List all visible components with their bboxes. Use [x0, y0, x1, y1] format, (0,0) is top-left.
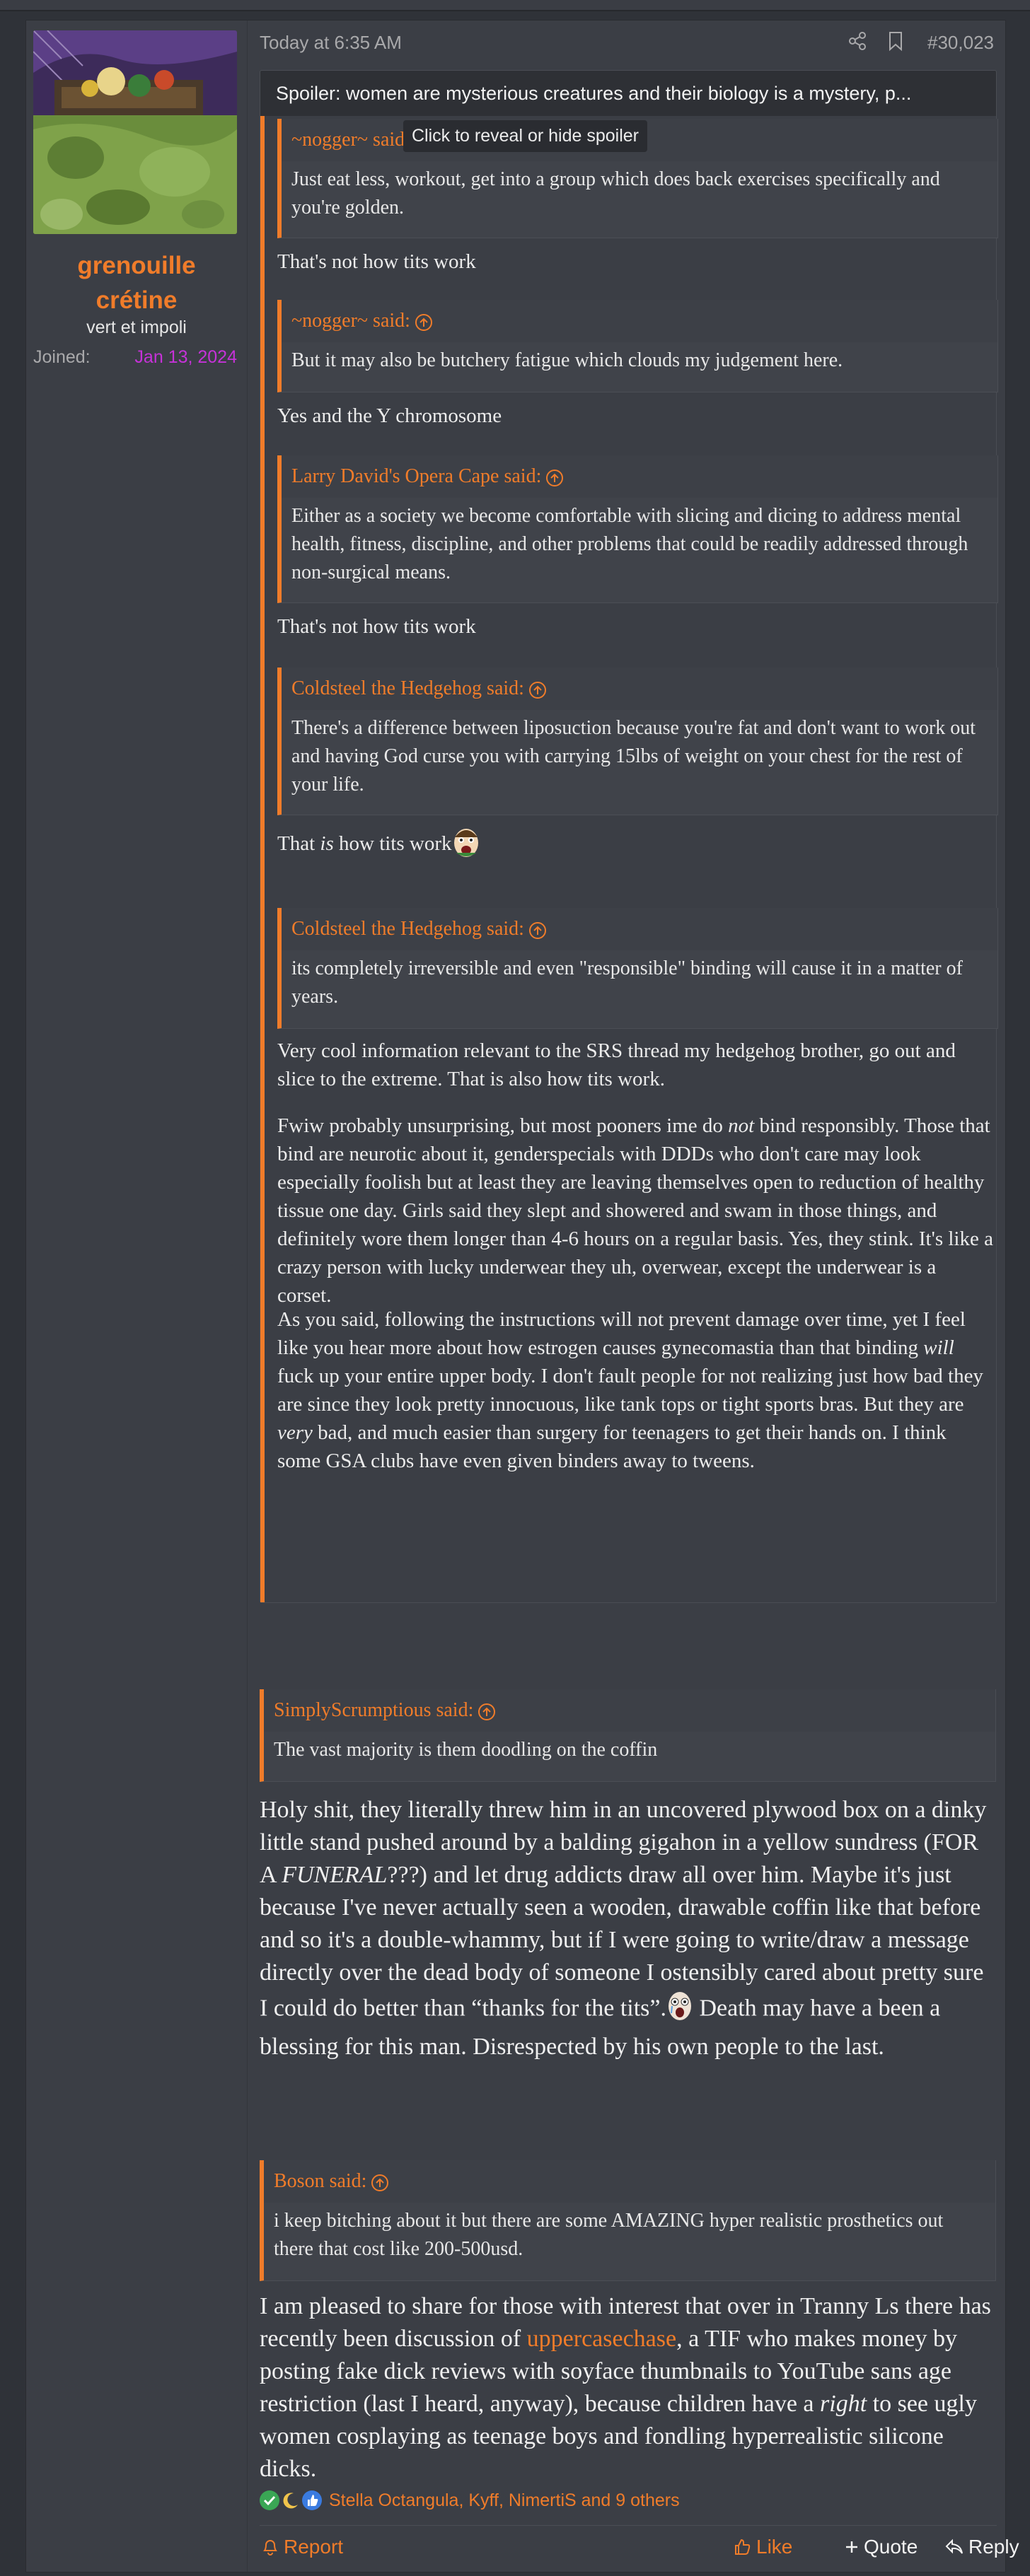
report-label: Report — [284, 2536, 344, 2558]
reply-text: That's not how tits work — [277, 250, 476, 273]
quote-text: There's a difference between liposuction… — [291, 717, 976, 795]
quote-block: Coldsteel the Hedgehog said: There's a d… — [277, 668, 998, 815]
spoiler-block: Spoiler: women are mysterious creatures … — [260, 70, 998, 1603]
italic-text: FUNERAL — [282, 1862, 388, 1888]
top-bar — [0, 0, 1030, 11]
quote-text: But it may also be butchery fatigue whic… — [291, 349, 843, 371]
thumbs-up-outline-icon — [735, 2539, 751, 2555]
quote-author-text: Coldsteel the Hedgehog said: — [291, 918, 524, 940]
quote-block: SimplyScrumptious said: The vast majorit… — [260, 1689, 996, 1782]
italic-text: very — [277, 1421, 313, 1444]
thumbs-up-icon — [302, 2490, 322, 2510]
moon-icon — [281, 2490, 301, 2510]
post-number[interactable]: #30,023 — [927, 32, 994, 54]
italic-text: will — [923, 1336, 954, 1359]
reply-arrow-icon — [945, 2539, 963, 2554]
post-paragraph: I am pleased to share for those with int… — [260, 2290, 997, 2485]
user-title: vert et impoli — [86, 317, 187, 337]
avatar[interactable] — [33, 30, 237, 234]
quote-author-text: Boson said: — [274, 2170, 367, 2192]
reply-paragraph: As you said, following the instructions … — [277, 1305, 993, 1475]
quote-author-text: Larry David's Opera Cape said: — [291, 465, 542, 487]
user-sidebar: grenouille crétine vert et impoli Joined… — [26, 21, 248, 2572]
text-fragment: Fwiw probably unsurprising, but most poo… — [277, 1114, 729, 1137]
quote-text: i keep bitching about it but there are s… — [274, 2210, 944, 2260]
quote-author-text: ~nogger~ said: — [291, 310, 410, 332]
text-fragment: bind responsibly. Those that bind are ne… — [277, 1114, 993, 1307]
joined-date: Jan 13, 2024 — [134, 347, 237, 367]
post-content: Today at 6:35 AM #30,023 Spoiler: women … — [260, 21, 1019, 2572]
quote-author-text: ~nogger~ said: — [291, 129, 410, 151]
reply-text: Yes and the Y chromosome — [277, 404, 502, 427]
quote-block: ~nogger~ said: But it may also be butche… — [277, 300, 998, 392]
crying-face-emoji-icon — [666, 1989, 693, 2031]
quote-button[interactable]: Quote — [844, 2536, 918, 2558]
bookmark-icon[interactable] — [886, 30, 905, 52]
jump-to-quote-icon[interactable] — [528, 681, 547, 699]
jump-to-quote-icon[interactable] — [545, 469, 564, 487]
jump-to-quote-icon[interactable] — [478, 1703, 496, 1721]
spoiler-toggle[interactable]: Spoiler: women are mysterious creatures … — [260, 71, 996, 116]
text-fragment: how tits work — [333, 832, 452, 856]
reply-text: That is how tits work — [277, 824, 480, 866]
spoiler-body: ~nogger~ said: Just eat less, workout, g… — [260, 116, 998, 1602]
quote-block: Coldsteel the Hedgehog said: its complet… — [277, 908, 998, 1029]
report-button[interactable]: Report — [261, 2536, 343, 2558]
spoiler-tooltip: Click to reveal or hide spoiler — [403, 120, 647, 152]
reply-text: Very cool information relevant to the SR… — [277, 1039, 956, 1090]
quote-author-text: SimplyScrumptious said: — [274, 1699, 474, 1721]
quote-author[interactable]: Boson said: — [264, 2160, 995, 2203]
like-button[interactable]: Like — [732, 2536, 792, 2558]
quote-block: Larry David's Opera Cape said: Either as… — [277, 455, 998, 603]
quote-text: The vast majority is them doodling on th… — [274, 1739, 658, 1761]
username[interactable]: grenouille crétine — [26, 248, 247, 317]
text-fragment: fuck up your entire upper body. I don't … — [277, 1365, 983, 1416]
username-line-2: crétine — [96, 286, 178, 314]
jump-to-quote-icon[interactable] — [415, 313, 433, 332]
quote-author[interactable]: ~nogger~ said: — [282, 300, 997, 342]
reaction-summary[interactable]: Stella Octangula, Kyff, NimertiS and 9 o… — [260, 2488, 680, 2512]
post-paragraph: Holy shit, they literally threw him in a… — [260, 1794, 997, 2063]
quote-author[interactable]: SimplyScrumptious said: — [264, 1689, 995, 1732]
bell-icon — [263, 2540, 277, 2555]
post-action-bar: Report Like Quote Reply — [260, 2525, 1019, 2564]
plus-icon — [846, 2541, 857, 2553]
quote-author[interactable]: Coldsteel the Hedgehog said: — [282, 668, 997, 710]
reaction-users-link[interactable]: Stella Octangula, Kyff, NimertiS and 9 o… — [329, 2490, 680, 2511]
check-icon — [260, 2490, 279, 2510]
quote-text: Just eat less, workout, get into a group… — [291, 168, 940, 218]
quote-author[interactable]: Larry David's Opera Cape said: — [282, 455, 997, 498]
reply-label: Reply — [968, 2536, 1019, 2558]
quote-author-text: Coldsteel the Hedgehog said: — [291, 677, 524, 699]
share-icon[interactable] — [847, 30, 868, 52]
text-fragment: As you said, following the instructions … — [277, 1308, 966, 1359]
reply-button[interactable]: Reply — [944, 2536, 1019, 2558]
joined-label: Joined: — [33, 347, 91, 367]
text-fragment: That — [277, 832, 320, 856]
reply-paragraph: Fwiw probably unsurprising, but most poo… — [277, 1112, 993, 1310]
quote-block: Boson said: i keep bitching about it but… — [260, 2160, 996, 2281]
reply-text: That's not how tits work — [277, 615, 476, 638]
post-date[interactable]: Today at 6:35 AM — [260, 32, 402, 54]
italic-text: not — [728, 1114, 755, 1137]
user-mention-link[interactable]: uppercasechase — [527, 2326, 676, 2352]
italic-text: right — [820, 2391, 867, 2417]
jump-to-quote-icon[interactable] — [371, 2174, 389, 2192]
quote-text: its completely irreversible and even "re… — [291, 957, 963, 1008]
username-line-1: grenouille — [77, 252, 196, 279]
quote-label: Quote — [864, 2536, 918, 2558]
italic-text: is — [320, 832, 334, 856]
quote-author[interactable]: Coldsteel the Hedgehog said: — [282, 908, 997, 950]
forum-post: grenouille crétine vert et impoli Joined… — [25, 20, 1019, 2572]
text-fragment: bad, and much easier than surgery for te… — [277, 1421, 947, 1472]
quote-text: Either as a society we become comfortabl… — [291, 505, 968, 583]
jump-to-quote-icon[interactable] — [528, 921, 547, 940]
soyface-emoji-icon — [452, 824, 480, 866]
like-label: Like — [756, 2536, 793, 2558]
